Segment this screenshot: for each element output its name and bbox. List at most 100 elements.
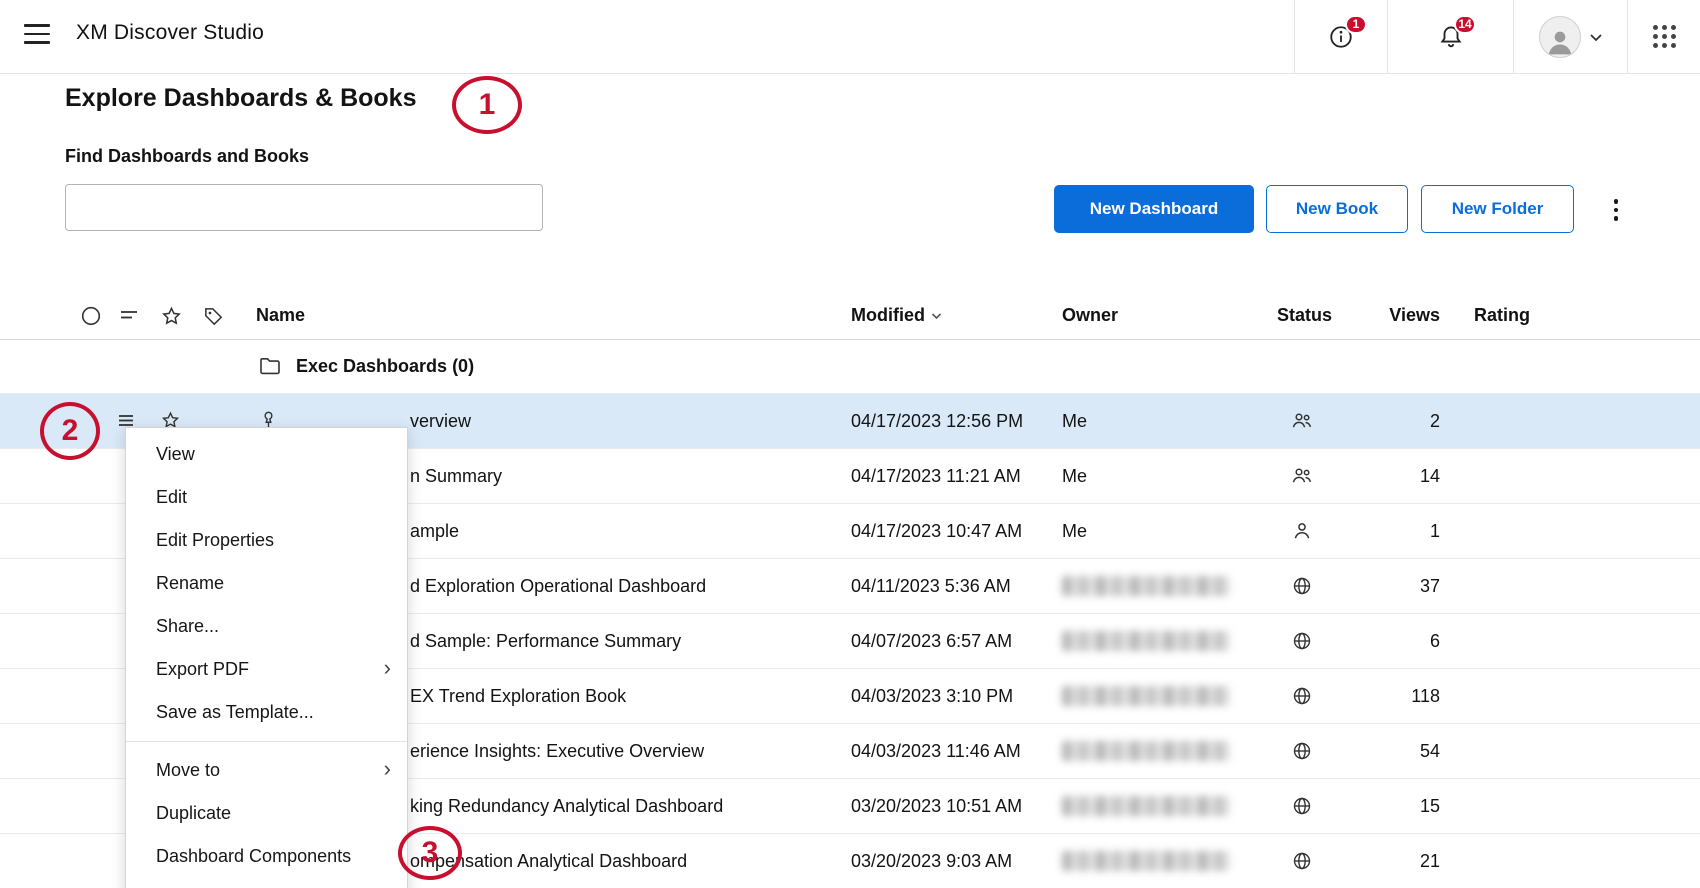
item-name[interactable]: verview [410,394,471,448]
owner: Me [1062,504,1087,558]
modified-date: 04/17/2023 11:21 AM [851,449,1021,503]
column-name[interactable]: Name [256,305,305,326]
views-count: 1 [1344,504,1440,558]
folder-row[interactable]: Exec Dashboards (0) [0,339,1700,394]
table-header: Name Modified Owner Status Views Rating [0,297,1700,340]
new-folder-button[interactable]: New Folder [1421,185,1574,233]
context-menu-item-label: Duplicate [156,803,231,824]
modified-date: 03/20/2023 9:03 AM [851,834,1012,888]
item-name[interactable]: EX Trend Exploration Book [410,669,626,723]
globe-icon [1290,574,1334,598]
search-input[interactable] [65,184,543,231]
item-name[interactable]: ample [410,504,459,558]
user-icon [1290,519,1334,543]
context-menu-item[interactable]: Share... [126,605,407,648]
globe-icon [1290,739,1334,763]
item-name[interactable]: d Sample: Performance Summary [410,614,681,668]
item-name[interactable]: erience Insights: Executive Overview [410,724,704,778]
owner-redacted [1062,741,1230,761]
context-menu-item-label: Move to [156,760,220,781]
context-menu-item-label: Edit Properties [156,530,274,551]
owner: Me [1062,449,1087,503]
owner-redacted [1062,796,1230,816]
column-status[interactable]: Status [1277,305,1332,326]
modified-date: 04/03/2023 11:46 AM [851,724,1021,778]
globe-icon [1290,629,1334,653]
context-menu-item-label: Rename [156,573,224,594]
modified-date: 04/17/2023 10:47 AM [851,504,1022,558]
context-menu-item[interactable]: Dashboard Components [126,835,407,878]
column-modified-label: Modified [851,305,925,326]
modified-date: 04/11/2023 5:36 AM [851,559,1011,613]
app-switcher-button[interactable] [1627,0,1700,73]
context-menu-item-label: Edit [156,487,187,508]
context-menu-item-label: Export PDF [156,659,249,680]
views-count: 54 [1344,724,1440,778]
owner-redacted [1062,851,1230,871]
context-menu-item-label: Share... [156,616,219,637]
new-dashboard-button[interactable]: New Dashboard [1054,185,1254,233]
sort-chevron-icon [931,312,942,320]
owner-redacted [1062,631,1230,651]
submenu-chevron-icon: › [384,657,391,679]
modified-date: 03/20/2023 10:51 AM [851,779,1022,833]
star-icon[interactable] [160,305,183,328]
context-menu-item[interactable]: Rename [126,562,407,605]
info-badge: 1 [1345,15,1367,34]
owner-redacted [1062,686,1230,706]
context-menu-item[interactable]: Edit [126,476,407,519]
context-menu-item-label: View [156,444,195,465]
top-bar-right: 1 14 [1294,0,1700,73]
column-owner[interactable]: Owner [1062,305,1118,326]
context-menu-item[interactable]: Edit Properties [126,519,407,562]
column-views[interactable]: Views [1344,305,1440,326]
context-menu-item[interactable]: Save as Template... [126,691,407,734]
folder-label: Exec Dashboards (0) [296,339,474,393]
owner-redacted [1062,576,1230,596]
views-count: 118 [1344,669,1440,723]
more-options-button[interactable] [1598,192,1634,228]
context-menu-item[interactable]: Duplicate [126,792,407,835]
views-count: 14 [1344,449,1440,503]
chevron-down-icon [1589,32,1603,42]
item-name[interactable]: n Summary [410,449,502,503]
context-menu-item[interactable]: Export PDF › [126,648,407,691]
avatar [1539,16,1581,58]
submenu-chevron-icon: › [384,758,391,780]
views-count: 37 [1344,559,1440,613]
context-menu-item[interactable]: Schedule... [126,878,407,888]
notifications-button[interactable]: 14 [1387,0,1513,73]
users-icon [1290,464,1334,488]
folder-icon [258,354,282,378]
item-name[interactable]: king Redundancy Analytical Dashboard [410,779,723,833]
context-menu-item[interactable]: Move to › [126,749,407,792]
tag-icon[interactable] [202,305,225,328]
modified-date: 04/03/2023 3:10 PM [851,669,1013,723]
find-label: Find Dashboards and Books [65,146,309,167]
views-count: 21 [1344,834,1440,888]
owner: Me [1062,394,1087,448]
page-title: Explore Dashboards & Books [65,84,416,113]
modified-date: 04/17/2023 12:56 PM [851,394,1023,448]
info-button[interactable]: 1 [1294,0,1387,73]
column-rating[interactable]: Rating [1474,305,1530,326]
apps-grid-icon [1653,25,1676,48]
hamburger-menu-icon[interactable] [24,24,52,48]
account-menu[interactable] [1513,0,1627,73]
context-menu-item-label: Save as Template... [156,702,314,723]
item-name[interactable]: d Exploration Operational Dashboard [410,559,706,613]
context-menu: View Edit Edit Properties Rename Share... Exp… [125,427,408,888]
menu-lines-icon[interactable] [118,305,140,327]
globe-icon [1290,684,1334,708]
annotation-step-3: 3 [398,826,462,880]
select-all-circle-icon[interactable] [80,305,102,327]
context-menu-item[interactable]: View [126,433,407,476]
annotation-step-2: 2 [40,402,100,460]
globe-icon [1290,794,1334,818]
new-book-button[interactable]: New Book [1266,185,1408,233]
globe-icon [1290,849,1334,873]
context-menu-item-label: Dashboard Components [156,846,351,867]
app-title: XM Discover Studio [76,21,264,45]
column-modified[interactable]: Modified [851,305,942,326]
menu-divider [126,741,407,742]
